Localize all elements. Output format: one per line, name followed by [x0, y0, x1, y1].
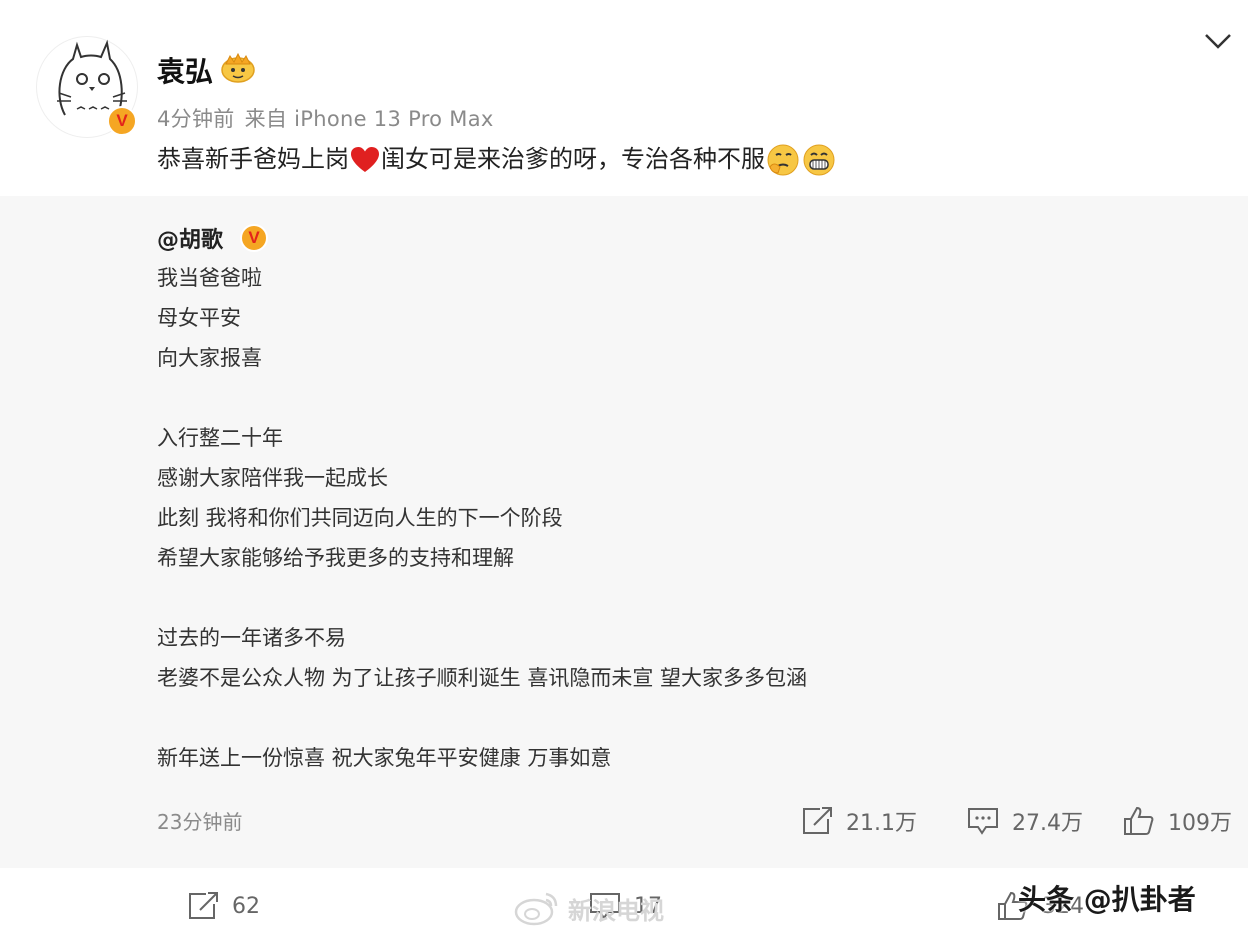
share-count: 62: [232, 893, 260, 919]
repost-text: 我当爸爸啦母女平安向大家报喜入行整二十年感谢大家陪伴我一起成长此刻 我将和你们共…: [157, 258, 807, 778]
weibo-logo-icon: [514, 892, 558, 926]
repost-comment-button[interactable]: 27.4万: [966, 803, 1083, 839]
repost-line: 新年送上一份惊喜 祝大家兔年平安健康 万事如意: [157, 746, 612, 770]
share-icon: [189, 892, 218, 919]
post-content: 恭喜新手爸妈上岗 闺女可是来治爹的呀，专治各种不服: [157, 142, 837, 177]
repost-comment-count: 27.4万: [1012, 811, 1083, 836]
repost-line-spacer: [157, 578, 807, 618]
post-meta: 4分钟前 来自 iPhone 13 Pro Max: [157, 103, 504, 133]
repost-line-spacer: [157, 698, 807, 738]
like-icon: [1124, 806, 1154, 835]
repost-line: 过去的一年诸多不易: [157, 626, 346, 650]
post-text-part2: 闺女可是来治爹的呀，专治各种不服: [381, 145, 765, 173]
post-source[interactable]: 来自 iPhone 13 Pro Max: [245, 107, 494, 131]
chevron-down-icon[interactable]: [1202, 30, 1234, 52]
share-icon: [803, 807, 832, 834]
heart-icon: [351, 147, 379, 172]
watermark-text: 新浪电视: [568, 896, 664, 925]
verified-badge-icon: V: [107, 106, 137, 136]
repost-line: 老婆不是公众人物 为了让孩子顺利诞生 喜讯隐而未宣 望大家多多包涵: [157, 666, 808, 690]
repost-line: 向大家报喜: [157, 346, 262, 370]
post-time[interactable]: 4分钟前: [157, 107, 235, 131]
repost-line: 母女平安: [157, 306, 241, 330]
toutiao-watermark: 头条 @扒卦者: [1018, 883, 1196, 916]
repost-line: 入行整二十年: [157, 426, 283, 450]
grin-emoji-icon: [803, 144, 835, 176]
repost-verified-badge-icon: V: [240, 224, 268, 252]
comment-icon: [968, 808, 998, 835]
post-text-part1: 恭喜新手爸妈上岗: [157, 145, 349, 173]
repost-username[interactable]: @胡歌: [157, 222, 223, 254]
repost-line: 感谢大家陪伴我一起成长: [157, 466, 388, 490]
repost-line: 希望大家能够给予我更多的支持和理解: [157, 546, 514, 570]
repost-line-spacer: [157, 378, 807, 418]
post-username[interactable]: 袁弘: [157, 50, 213, 90]
share-button[interactable]: 62: [186, 886, 260, 926]
repost-share-count: 21.1万: [846, 811, 917, 836]
thinking-emoji-icon: [767, 144, 799, 176]
repost-time[interactable]: 23分钟前: [157, 806, 242, 835]
sina-tv-watermark: 新浪电视: [512, 884, 664, 932]
member-crown-icon: [221, 52, 255, 83]
repost-line: 此刻 我将和你们共同迈向人生的下一个阶段: [157, 506, 563, 530]
repost-like-button[interactable]: 109万: [1122, 803, 1232, 839]
repost-line: 我当爸爸啦: [157, 266, 262, 290]
repost-like-count: 109万: [1168, 811, 1232, 836]
repost-share-button[interactable]: 21.1万: [800, 803, 917, 839]
